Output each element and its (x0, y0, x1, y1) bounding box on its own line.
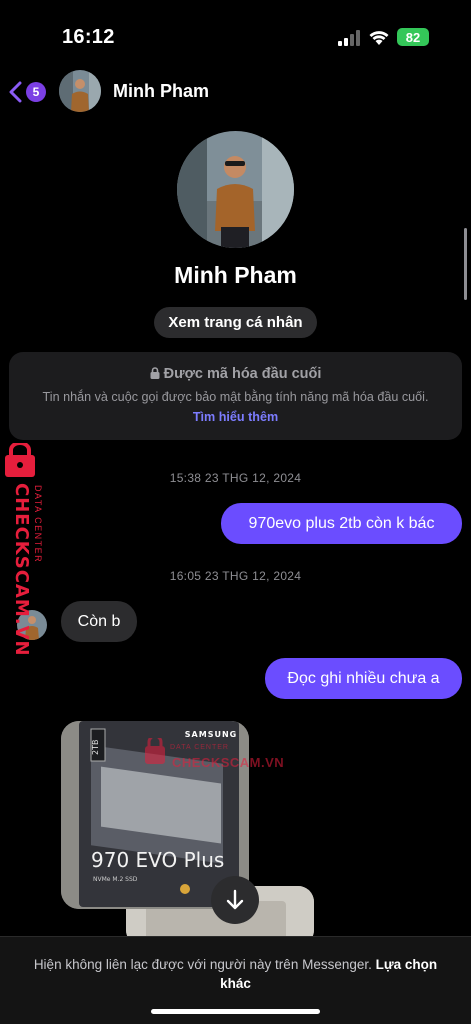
contact-name[interactable]: Minh Pham (113, 81, 209, 102)
learn-more-link[interactable]: Tìm hiểu thêm (9, 410, 462, 424)
battery-indicator: 82 (397, 28, 429, 46)
status-bar: 16:12 82 (0, 0, 471, 60)
home-indicator[interactable] (151, 1009, 320, 1014)
unavailable-message: Hiện không liên lạc được với người này t… (33, 957, 372, 972)
watermark-text: CHECKSCAM.VN (172, 755, 285, 770)
encryption-title: Được mã hóa đầu cuối (9, 366, 462, 382)
lock-icon (150, 367, 160, 379)
watermark-brand: CHECKSCAM.VN (11, 483, 32, 657)
profile-name: Minh Pham (174, 262, 297, 288)
contact-avatar[interactable] (59, 70, 101, 112)
profile-avatar[interactable] (177, 131, 294, 248)
watermark-subtext: DATA CENTER (33, 485, 43, 564)
watermark-subtext: DATA CENTER (170, 744, 229, 751)
cellular-signal-icon (338, 30, 360, 46)
scroll-to-bottom-button[interactable] (211, 876, 259, 924)
chat-header: 5 Minh Pham (0, 66, 471, 118)
outgoing-message[interactable]: 970evo plus 2tb còn k bác (221, 503, 462, 544)
encryption-notice: Được mã hóa đầu cuối Tin nhắn và cuộc gọ… (9, 352, 462, 440)
model-label: 970 EVO Plus (91, 848, 224, 872)
encryption-title-text: Được mã hóa đầu cuối (163, 366, 322, 382)
unread-count-badge: 5 (26, 82, 46, 102)
message-timestamp: 15:38 23 THG 12, 2024 (169, 471, 302, 485)
outgoing-message[interactable]: Đọc ghi nhiều chưa a (265, 658, 462, 699)
capacity-label: 2TB (91, 740, 100, 755)
encryption-description: Tin nhắn và cuộc gọi được bảo mật bằng t… (42, 390, 429, 404)
incoming-message[interactable]: Còn b (61, 601, 137, 642)
status-time: 16:12 (62, 26, 115, 48)
chevron-left-icon (9, 81, 22, 103)
back-button[interactable]: 5 (8, 78, 52, 106)
battery-level: 82 (405, 29, 421, 45)
scrollbar[interactable] (464, 228, 467, 300)
message-timestamp: 16:05 23 THG 12, 2024 (169, 569, 302, 583)
side-watermark: CHECKSCAM.VN DATA CENTER (3, 443, 49, 658)
profile-photo (177, 131, 294, 248)
view-profile-button[interactable]: Xem trang cá nhân (154, 307, 317, 338)
watermark-lock-icon (5, 443, 35, 477)
unavailable-text: Hiện không liên lạc được với người này t… (20, 955, 451, 993)
sub-label: NVMe M.2 SSD (93, 876, 138, 883)
arrow-down-icon (226, 889, 244, 910)
avatar-photo (59, 70, 101, 112)
wifi-icon (369, 31, 389, 45)
